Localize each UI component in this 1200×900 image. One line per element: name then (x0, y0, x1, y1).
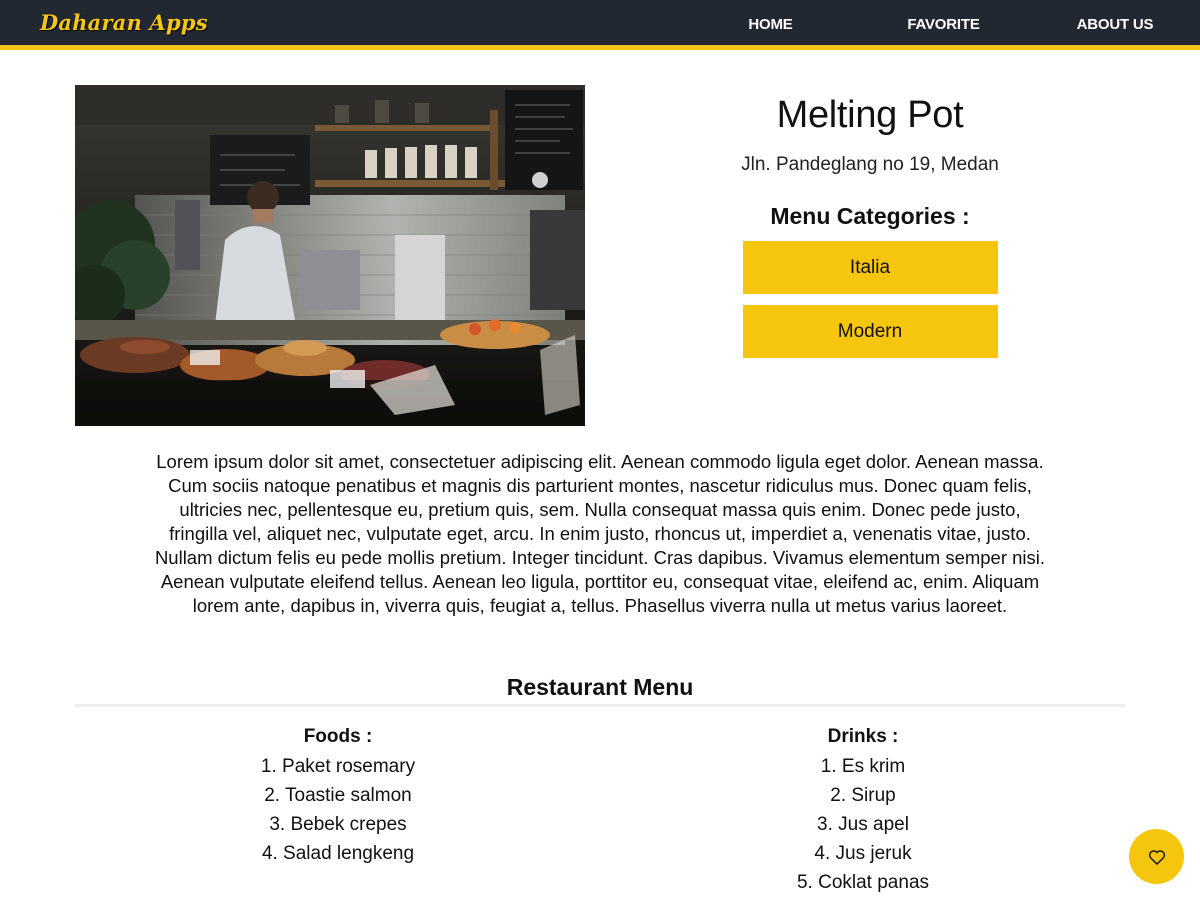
foods-menu: Foods : 1. Paket rosemary 2. Toastie sal… (188, 722, 488, 868)
food-item: 4. Salad lengkeng (261, 843, 415, 864)
foods-heading: Foods : (303, 726, 373, 747)
drink-item: 5. Coklat panas (796, 872, 930, 893)
nav-link-about-us[interactable]: ABOUT US (1030, 0, 1200, 50)
brand-logo[interactable]: Daharan Apps (40, 10, 208, 35)
food-item: 1. Paket rosemary (260, 756, 416, 777)
drink-item: 3. Jus apel (817, 814, 909, 835)
nav-menu: HOME FAVORITE ABOUT US (684, 0, 1200, 50)
category-item-modern[interactable]: Modern (742, 305, 998, 358)
drinks-menu: Drinks : 1. Es krim 2. Sirup 3. Jus apel… (713, 722, 1013, 897)
restaurant-image (75, 85, 585, 426)
nav-link-home[interactable]: HOME (684, 0, 857, 50)
restaurant-menu-title: Restaurant Menu (75, 670, 1125, 707)
food-item: 2. Toastie salmon (264, 785, 412, 806)
drinks-list: 1. Es krim 2. Sirup 3. Jus apel 4. Jus j… (713, 752, 1013, 897)
food-item: 3. Bebek crepes (269, 814, 407, 835)
categories-heading: Menu Categories : (770, 203, 970, 229)
nav-link-favorite[interactable]: FAVORITE (857, 0, 1030, 50)
category-list: Italia Modern (742, 241, 998, 358)
restaurant-address: Jln. Pandeglang no 19, Medan (741, 154, 999, 175)
restaurant-info: Melting Pot Jln. Pandeglang no 19, Medan… (670, 85, 1070, 369)
drink-item: 1. Es krim (820, 756, 906, 777)
drink-item: 2. Sirup (830, 785, 896, 806)
heart-outline-icon (1147, 847, 1167, 867)
restaurant-name: Melting Pot (776, 94, 964, 136)
drink-item: 4. Jus jeruk (814, 843, 912, 864)
category-item-italia[interactable]: Italia (742, 241, 998, 294)
app-bar: Daharan Apps HOME FAVORITE ABOUT US (0, 0, 1200, 50)
drinks-heading: Drinks : (827, 726, 899, 747)
restaurant-description: Lorem ipsum dolor sit amet, consectetuer… (154, 451, 1046, 616)
favorite-button[interactable] (1129, 829, 1184, 884)
foods-list: 1. Paket rosemary 2. Toastie salmon 3. B… (188, 752, 488, 868)
